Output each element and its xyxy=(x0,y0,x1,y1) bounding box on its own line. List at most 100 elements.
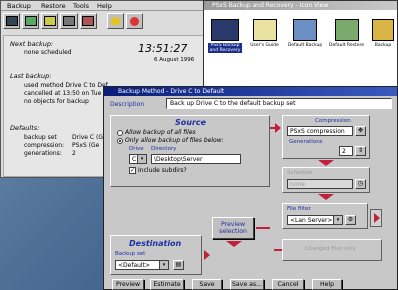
menu-tools[interactable]: Tools xyxy=(73,2,89,10)
default-value: Drive C (Ge xyxy=(72,134,107,141)
defaults-label: Defaults: xyxy=(10,124,40,132)
file-filter-panel: File filter <Lan Server> ▾ ⚙ xyxy=(282,203,368,229)
directory-field[interactable]: \Desktop\Server xyxy=(151,154,241,164)
cancel-button[interactable]: Cancel xyxy=(272,279,304,290)
include-subdirs-checkbox[interactable]: ✓ xyxy=(129,167,136,174)
save-as-button-label: Save as... xyxy=(231,281,263,288)
dialog-title-bar: Backup Method - Drive C to Default xyxy=(104,87,397,96)
menu-help[interactable]: Help xyxy=(97,2,112,10)
source-title: Source xyxy=(175,118,207,127)
compression-select[interactable]: PSxS compression xyxy=(287,126,353,136)
backup-icon xyxy=(5,16,18,26)
file-filter-options-button[interactable]: ⚙ xyxy=(345,215,356,225)
description-value: Back up Drive C to the default backup se… xyxy=(170,100,296,107)
radio-only-below[interactable] xyxy=(117,138,123,144)
compression-title: Compression xyxy=(315,118,351,124)
backup-set-select[interactable]: <Default> ▾ xyxy=(115,260,169,270)
default-key: compression: xyxy=(24,142,65,149)
backup-set-label: Backup set xyxy=(115,251,146,257)
backup-set-options-button[interactable]: ▤ xyxy=(173,260,184,270)
icon-label: Default Backup xyxy=(287,43,323,48)
dialog-title: Backup Method - Drive C to Default xyxy=(118,88,225,95)
icon-item[interactable]: Backup xyxy=(370,19,396,89)
help-button[interactable]: Help xyxy=(312,279,342,290)
generations-title: Generations xyxy=(289,139,323,145)
arrow-down-icon xyxy=(226,241,242,247)
backup-method-dialog: Backup Method - Drive C to Default Descr… xyxy=(103,86,398,290)
stop-toolbar-button[interactable] xyxy=(125,13,143,29)
description-field[interactable]: Back up Drive C to the default backup se… xyxy=(166,98,392,109)
chevron-down-icon[interactable]: ▾ xyxy=(333,216,342,224)
default-value: PSxS (Ge xyxy=(72,142,100,149)
icon-view-title: PSxS Backup and Recovery - Icon View xyxy=(212,2,329,9)
backup-toolbar-button[interactable] xyxy=(3,13,21,29)
default-key: generations: xyxy=(24,150,62,157)
destination-panel: Destination Backup set <Default> ▾ ▤ xyxy=(110,235,202,275)
source-panel: Source Allow backup of all files Only al… xyxy=(110,115,270,187)
destination-title: Destination xyxy=(129,239,182,248)
radio-allow-all[interactable] xyxy=(117,130,123,136)
compression-panel: Compression PSxS compression ✥ Generatio… xyxy=(282,115,370,159)
compare-toolbar-button[interactable] xyxy=(41,13,59,29)
estimate-button[interactable]: Estimate xyxy=(150,279,184,290)
directory-value: \Desktop\Server xyxy=(154,156,203,163)
drive-label: Drive xyxy=(129,146,144,152)
schedule-select[interactable]: none xyxy=(287,179,353,189)
spin-icon: ⇕ xyxy=(357,147,364,154)
bell-icon xyxy=(110,17,120,25)
compression-value: PSxS compression xyxy=(290,128,345,135)
chevron-down-icon[interactable]: ▾ xyxy=(137,155,146,163)
last-backup-line: used method Drive C to Def xyxy=(24,82,108,89)
file-filter-value: <Lan Server> xyxy=(290,217,333,224)
changed-files-label: Changed files only xyxy=(305,246,356,252)
backup-folder-icon xyxy=(372,19,394,41)
disk-icon: ▤ xyxy=(175,261,182,268)
last-backup-label: Last backup: xyxy=(10,72,52,80)
last-backup-line: no objects for backup xyxy=(24,98,89,105)
cancel-button-label: Cancel xyxy=(277,281,299,288)
gear-icon: ✥ xyxy=(357,127,364,134)
next-backup-label: Next backup: xyxy=(10,40,54,48)
generations-field[interactable]: 2 xyxy=(339,146,353,156)
icon-view-window: PSxS Backup and Recovery - Icon View PSx… xyxy=(203,0,398,95)
icon-row: PSxS Backup and Recovery User's Guide De… xyxy=(208,19,396,89)
app-icon xyxy=(211,19,239,41)
preview-button-label: Preview xyxy=(115,281,141,288)
save-button[interactable]: Save xyxy=(192,279,222,290)
last-backup-line: cancelled at 13:50 on Tue 6 xyxy=(24,90,107,97)
drive-select[interactable]: C ▾ xyxy=(129,154,147,164)
preview-selection-button[interactable]: Preview selection xyxy=(212,217,254,239)
icon-item[interactable]: User's Guide xyxy=(248,19,282,89)
menu-backup[interactable]: Backup xyxy=(7,2,31,10)
file-filter-title: File filter xyxy=(287,206,311,212)
schedule-panel: Schedule none ◷ xyxy=(282,167,370,193)
bell-toolbar-button[interactable] xyxy=(106,13,124,29)
schedule-options-button[interactable]: ◷ xyxy=(355,179,366,189)
menu-restore[interactable]: Restore xyxy=(41,2,66,10)
chevron-down-icon[interactable]: ▾ xyxy=(159,261,168,269)
icon-label: PSxS Backup and Recovery xyxy=(208,43,242,53)
icon-item[interactable]: Default Restore xyxy=(329,19,365,89)
icon-item[interactable]: PSxS Backup and Recovery xyxy=(208,19,242,89)
flow-connector xyxy=(274,249,282,251)
restore-toolbar-button[interactable] xyxy=(22,13,40,29)
backup-icon xyxy=(293,19,317,41)
icon-label: Backup xyxy=(374,43,392,48)
filter-icon: ⚙ xyxy=(347,216,354,223)
next-backup-value: none scheduled xyxy=(24,49,72,56)
compression-options-button[interactable]: ✥ xyxy=(355,126,366,136)
preview-button[interactable]: Preview xyxy=(112,279,144,290)
toolbar xyxy=(3,13,143,33)
drive-value: C xyxy=(132,156,137,163)
schedule-toolbar-button[interactable] xyxy=(79,13,97,29)
restore-icon xyxy=(334,19,359,41)
description-label: Description xyxy=(110,101,145,108)
filter-arrow-button[interactable] xyxy=(370,209,382,227)
default-key: backup set xyxy=(24,134,57,141)
generations-stepper[interactable]: ⇕ xyxy=(355,146,366,156)
icon-item[interactable]: Default Backup xyxy=(287,19,323,89)
save-as-button[interactable]: Save as... xyxy=(230,279,264,290)
file-filter-select[interactable]: <Lan Server> ▾ xyxy=(287,215,343,225)
arrow-down-icon xyxy=(318,194,334,200)
tape-toolbar-button[interactable] xyxy=(60,13,78,29)
